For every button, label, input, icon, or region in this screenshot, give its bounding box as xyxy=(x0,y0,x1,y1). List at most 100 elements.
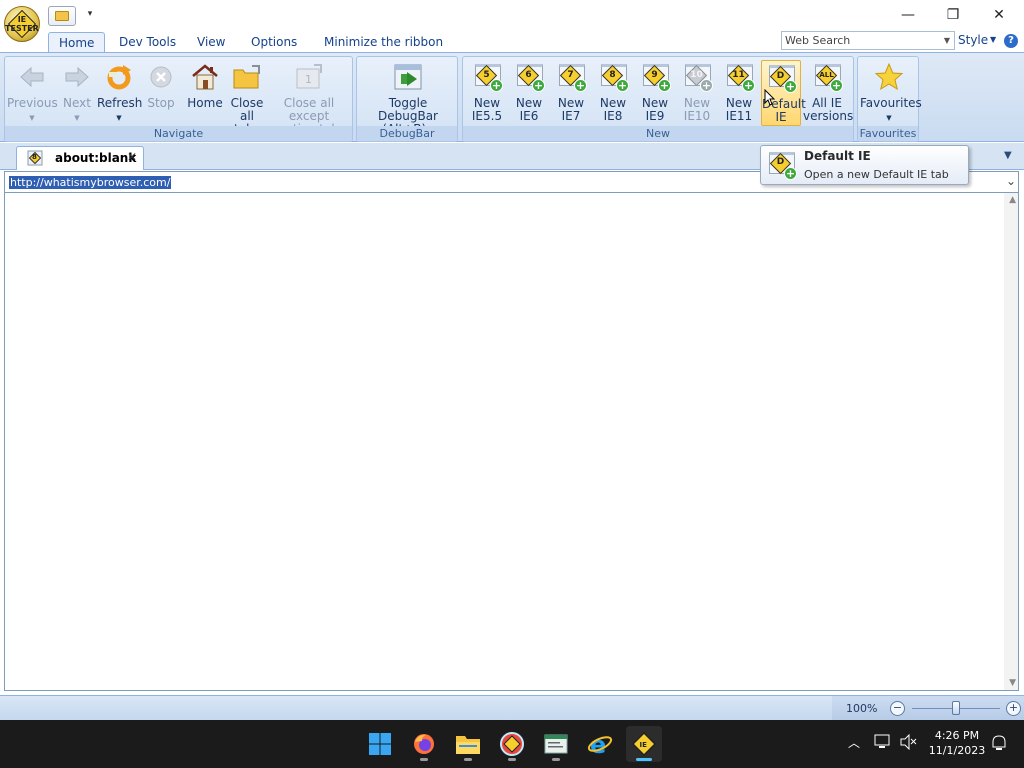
previous-button[interactable]: Previous ▼ xyxy=(7,60,58,126)
notifications-icon[interactable] xyxy=(990,734,1008,756)
tab-about-blank[interactable]: 8 about:blank ✕ xyxy=(16,146,144,170)
folder-close-tabs-icon xyxy=(232,62,262,92)
running-indicator xyxy=(508,758,516,761)
taskbar-ie-tester-red[interactable] xyxy=(494,726,530,762)
restore-button[interactable]: ❐ xyxy=(930,0,976,30)
toggle-debugbar-button[interactable]: Toggle DebugBar(Alt+B) ▼ xyxy=(359,60,457,136)
zoom-level[interactable]: 100% xyxy=(846,702,877,715)
taskbar-firefox[interactable] xyxy=(406,726,442,762)
svg-text:1: 1 xyxy=(305,73,312,86)
address-url[interactable]: http://whatismybrowser.com/ xyxy=(9,176,172,189)
close-button[interactable]: ✕ xyxy=(976,0,1022,30)
new-ie7-label: New IE7 xyxy=(551,97,591,123)
style-menu[interactable]: Style xyxy=(958,33,988,47)
system-clock[interactable]: 4:26 PM 11/1/2023 xyxy=(922,728,992,758)
taskbar-internet-explorer[interactable]: e xyxy=(582,726,618,762)
new-ie10-button[interactable]: 10 + New IE10 xyxy=(677,60,717,126)
running-indicator xyxy=(552,758,560,761)
taskbar-file-explorer[interactable] xyxy=(450,726,486,762)
new-ie9-line1: New xyxy=(641,96,669,110)
new-ie10-label: New IE10 xyxy=(677,97,717,123)
tab-list-dropdown-icon[interactable]: ▼ xyxy=(1004,150,1012,161)
scroll-up-icon[interactable]: ▲ xyxy=(1009,195,1016,205)
new-ie11-line2: IE11 xyxy=(725,109,753,123)
stop-button[interactable]: Stop xyxy=(143,60,179,126)
close-all-tabs-button[interactable]: Closeall tabs xyxy=(227,60,267,136)
next-button[interactable]: Next ▼ xyxy=(57,60,97,126)
clock-time: 4:26 PM xyxy=(934,729,980,742)
previous-dropdown-icon[interactable]: ▼ xyxy=(7,112,57,125)
default-ie-line2: IE xyxy=(775,110,787,124)
debugbar-icon xyxy=(393,62,423,92)
show-hidden-icons-chevron-icon[interactable]: ︿ xyxy=(848,734,860,751)
zoom-out-icon[interactable]: − xyxy=(890,701,905,716)
tooltip-badge: D xyxy=(776,157,785,167)
ie7-version-icon: 7 + xyxy=(556,62,587,92)
group-caption-favourites: Favourites xyxy=(858,126,918,141)
tab-view[interactable]: View xyxy=(187,32,235,53)
app-window: ▾ — ❐ ✕ IE TESTER Home Dev Tools View Op… xyxy=(0,0,1024,768)
group-navigate: Previous ▼ Next ▼ Refresh ▼ Stop Home Cl… xyxy=(4,56,353,142)
favourites-button[interactable]: Favourites ▼ xyxy=(860,60,922,126)
network-icon[interactable] xyxy=(874,734,892,754)
page-content-area[interactable]: ▲ ▼ xyxy=(4,193,1019,691)
new-ie6-label: New IE6 xyxy=(509,97,549,123)
scroll-down-icon[interactable]: ▼ xyxy=(1009,678,1016,688)
open-folder-icon[interactable] xyxy=(48,6,76,26)
ie8-version-icon: 8 + xyxy=(598,62,629,92)
close-all-except-line1: Close all except xyxy=(283,96,335,123)
favourites-dropdown-icon[interactable]: ▼ xyxy=(860,112,918,125)
volume-muted-icon[interactable] xyxy=(900,733,918,754)
home-button[interactable]: Home xyxy=(183,60,227,126)
group-new: 5 + New IE5.5 6 + New IE6 7 + New IE7 8 + New IE… xyxy=(462,56,854,142)
new-ie7-button[interactable]: 7 + New IE7 xyxy=(551,60,591,126)
tab-home[interactable]: Home xyxy=(48,32,106,53)
running-indicator xyxy=(420,758,428,761)
minimize-ribbon-link[interactable]: Minimize the ribbon xyxy=(314,32,453,53)
refresh-dropdown-icon[interactable]: ▼ xyxy=(97,112,141,125)
forward-arrow-icon xyxy=(62,62,92,92)
new-ie11-label: New IE11 xyxy=(719,97,759,123)
minimize-button[interactable]: — xyxy=(885,0,931,30)
address-dropdown-icon[interactable]: ⌄ xyxy=(1006,174,1016,188)
taskbar-ie-tester[interactable]: IE xyxy=(626,726,662,762)
vertical-scrollbar[interactable]: ▲ ▼ xyxy=(1004,193,1018,690)
new-ie9-button[interactable]: 9 + New IE9 xyxy=(635,60,675,126)
new-ie11-button[interactable]: 11 + New IE11 xyxy=(719,60,759,126)
help-icon[interactable]: ? xyxy=(1004,34,1018,48)
taskbar-notepad[interactable] xyxy=(538,726,574,762)
style-dropdown-icon[interactable]: ▼ xyxy=(990,35,996,44)
all-ie-versions-button[interactable]: ALL + All IE versions xyxy=(803,60,853,126)
web-search-input[interactable]: Web Search ▼ xyxy=(781,31,955,50)
new-ie6-button[interactable]: 6 + New IE6 xyxy=(509,60,549,126)
tooltip-description: Open a new Default IE tab xyxy=(804,168,949,181)
zoom-slider-thumb[interactable] xyxy=(952,701,960,715)
tab-dev-tools[interactable]: Dev Tools xyxy=(109,32,186,53)
zoom-in-icon[interactable]: + xyxy=(1006,701,1021,716)
search-dropdown-icon[interactable]: ▼ xyxy=(940,32,954,49)
new-ie10-line2: IE10 xyxy=(683,109,711,123)
next-dropdown-icon[interactable]: ▼ xyxy=(57,112,97,125)
ie6-version-icon: 6 + xyxy=(514,62,545,92)
all-ie-line1: All IE xyxy=(812,96,842,110)
default-ie-button[interactable]: D + Default IE xyxy=(761,60,806,126)
tab-options[interactable]: Options xyxy=(241,32,307,53)
all-ie-versions-icon: ALL + xyxy=(812,62,843,92)
firefox-icon xyxy=(414,734,434,754)
new-ie55-button[interactable]: 5 + New IE5.5 xyxy=(467,60,507,126)
clock-date: 11/1/2023 xyxy=(928,744,986,757)
new-ie8-button[interactable]: 8 + New IE8 xyxy=(593,60,633,126)
mouse-cursor-icon xyxy=(764,89,776,106)
tab-close-icon[interactable]: ✕ xyxy=(127,150,137,164)
start-button[interactable] xyxy=(362,726,398,762)
close-all-except-active-button[interactable]: 1 Close all exceptactive tab xyxy=(267,60,351,136)
refresh-button[interactable]: Refresh ▼ xyxy=(97,60,142,126)
stop-icon xyxy=(146,62,176,92)
new-ie9-label: New IE9 xyxy=(635,97,675,123)
group-favourites: Favourites ▼ Favourites xyxy=(857,56,922,142)
back-arrow-icon xyxy=(17,62,47,92)
app-menu-orb[interactable]: IE TESTER xyxy=(4,6,40,42)
status-bar: 100% − + xyxy=(0,695,1024,721)
quick-access-menu-icon[interactable]: ▾ xyxy=(85,6,95,22)
ribbon: Previous ▼ Next ▼ Refresh ▼ Stop Home Cl… xyxy=(0,52,1024,142)
